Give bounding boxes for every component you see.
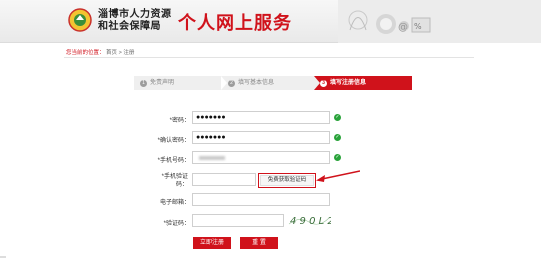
sms-code-label-line-1: *手机验证 xyxy=(161,174,188,180)
svg-text:%: % xyxy=(414,22,422,31)
bureau-logo-icon xyxy=(68,8,92,32)
breadcrumb-home-link[interactable]: 首页 xyxy=(106,50,117,56)
email-label: 电子邮箱： xyxy=(159,200,190,206)
phone-label: *手机号码： xyxy=(157,158,190,164)
step-label: 填写注册信息 xyxy=(330,80,367,86)
check-icon: ✓ xyxy=(334,114,341,121)
page-edge-mark xyxy=(0,256,6,258)
step-number: 2 xyxy=(228,79,235,87)
breadcrumb: 您当前的位置： 首页 > 注册 xyxy=(66,48,134,56)
check-icon: ✓ xyxy=(334,134,341,141)
captcha-image[interactable]: 4 9 0 L 2 xyxy=(287,212,331,228)
step-label: 免责声明 xyxy=(150,80,175,86)
confirm-password-label: *确认密码： xyxy=(157,138,190,144)
step-number: 1 xyxy=(140,79,147,87)
email-field[interactable] xyxy=(192,193,330,206)
breadcrumb-label: 您当前的位置： xyxy=(66,50,105,56)
reset-button[interactable]: 重 置 xyxy=(240,237,278,249)
captcha-field[interactable] xyxy=(192,214,284,227)
progress-steps: 1 免责声明 2 填写基本信息 3 填写注册信息 xyxy=(134,76,412,90)
step-disclaimer: 1 免责声明 xyxy=(134,76,222,90)
organization-name: 淄博市人力资源 和社会保障局 xyxy=(98,9,172,33)
confirm-password-field[interactable]: ●●●●●●● xyxy=(192,131,330,144)
register-button[interactable]: 立即注册 xyxy=(193,237,231,249)
breadcrumb-separator: > xyxy=(118,50,122,56)
sms-code-label: *手机验证 码： xyxy=(136,173,188,189)
step-number: 3 xyxy=(320,79,327,87)
sms-code-label-line-2: 码： xyxy=(175,182,188,188)
captcha-text: 4 9 0 L 2 xyxy=(290,216,331,227)
get-sms-code-button[interactable]: 免费获取验证码 xyxy=(260,175,314,186)
breadcrumb-current: 注册 xyxy=(123,50,135,56)
step-basic-info: 2 填写基本信息 xyxy=(222,76,314,90)
check-icon: ✓ xyxy=(334,154,341,161)
step-arrow xyxy=(314,76,320,90)
svg-text:@: @ xyxy=(398,22,408,33)
password-field[interactable]: ●●●●●●● xyxy=(192,111,330,124)
step-arrow xyxy=(221,76,227,90)
password-label: *密码： xyxy=(169,118,190,124)
pointer-arrow-icon xyxy=(316,170,360,182)
org-line-1: 淄博市人力资源 xyxy=(98,9,172,20)
site-header: 淄博市人力资源 和社会保障局 个人网上服务 @ % xyxy=(0,0,541,43)
captcha-label: *验证码： xyxy=(163,221,190,227)
redacted-phone xyxy=(199,156,225,160)
step-registration-info: 3 填写注册信息 xyxy=(314,76,412,90)
header-decoration-icon: @ % xyxy=(338,0,541,43)
breadcrumb-divider xyxy=(64,57,474,58)
sms-code-field[interactable] xyxy=(192,173,256,186)
step-label: 填写基本信息 xyxy=(238,80,275,86)
org-line-2: 和社会保障局 xyxy=(98,21,161,32)
service-title: 个人网上服务 xyxy=(178,13,292,33)
